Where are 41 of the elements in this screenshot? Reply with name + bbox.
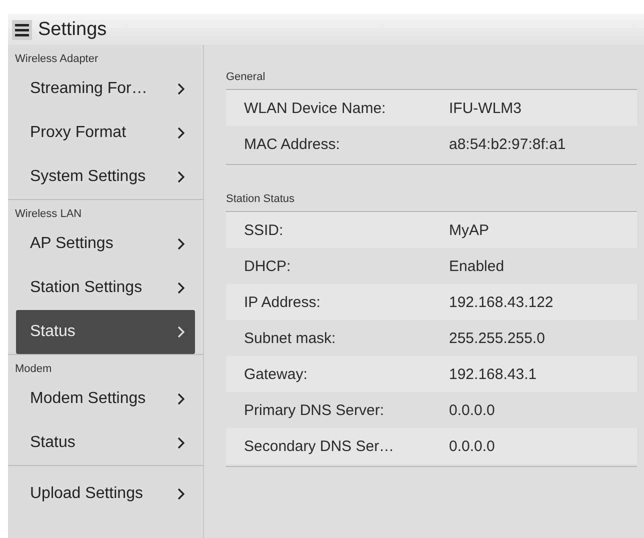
sidebar-item[interactable]: Upload Settings: [16, 472, 195, 516]
menu-icon[interactable]: [12, 20, 32, 40]
sidebar-item[interactable]: Streaming For…: [16, 67, 195, 111]
section-heading: Modem: [14, 362, 53, 377]
sidebar-item[interactable]: System Settings: [16, 155, 195, 199]
field-label: Primary DNS Server:: [243, 402, 386, 418]
section-heading: Wireless LAN: [14, 207, 83, 222]
chevron-icon: [177, 488, 185, 500]
field-label: SSID:: [243, 222, 284, 238]
field-label: DHCP:: [243, 258, 292, 274]
chevron-icon: [177, 171, 185, 183]
field-value: 0.0.0.0: [449, 402, 495, 418]
field-value: 0.0.0.0: [449, 438, 495, 454]
chevron-icon: [177, 437, 185, 449]
sidebar-item[interactable]: Proxy Format: [16, 111, 195, 155]
field-value: a8:54:b2:97:8f:a1: [449, 136, 566, 152]
field-label: Gateway:: [243, 366, 308, 382]
section-heading: Wireless Adapter: [14, 52, 100, 67]
sidebar-item[interactable]: Status: [16, 421, 195, 465]
field-value: 192.168.43.122: [449, 294, 554, 310]
field-label: IP Address:: [243, 294, 322, 310]
field-label: Subnet mask:: [243, 330, 337, 346]
field-value: MyAP: [449, 222, 490, 238]
sidebar-item[interactable]: Status: [16, 310, 195, 354]
chevron-icon: [177, 127, 185, 139]
field-label: Secondary DNS Ser…: [243, 438, 396, 454]
field-value: 255.255.255.0: [449, 330, 545, 346]
field-label: MAC Address:: [243, 136, 341, 152]
field-value: IFU-WLM3: [449, 100, 522, 116]
window-title: Settings: [38, 18, 107, 40]
chevron-icon: [177, 282, 185, 294]
field-value: Enabled: [449, 258, 504, 274]
chevron-icon: [177, 326, 185, 338]
sidebar-item[interactable]: Station Settings: [16, 266, 195, 310]
field-label: WLAN Device Name:: [243, 100, 387, 116]
sidebar-item[interactable]: AP Settings: [16, 222, 195, 266]
field-value: 192.168.43.1: [449, 366, 537, 382]
chevron-icon: [177, 393, 185, 405]
sidebar-item[interactable]: Modem Settings: [16, 377, 195, 421]
chevron-icon: [177, 238, 185, 250]
chevron-icon: [177, 83, 185, 95]
